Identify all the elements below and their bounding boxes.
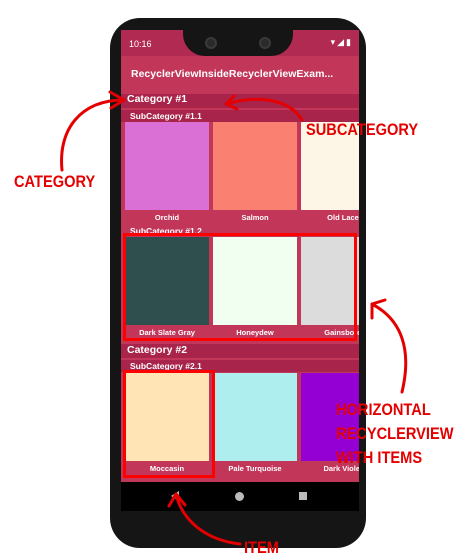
item-arrow [174, 492, 242, 546]
category-arrow [60, 98, 126, 172]
annotation-subcategory: SUBCATEGORY [306, 120, 419, 139]
annotation-item: ITEM [244, 538, 279, 557]
annotation-category: CATEGORY [14, 172, 96, 191]
annotation-horizontal-line1: HORIZONTAL [336, 400, 431, 419]
horizontal-arrow [370, 302, 408, 394]
annotation-horizontal-line2: RECYCLERVIEW [336, 424, 454, 443]
annotation-horizontal-line3: WITH ITEMS [336, 448, 423, 467]
annotation-arrows [60, 90, 408, 546]
